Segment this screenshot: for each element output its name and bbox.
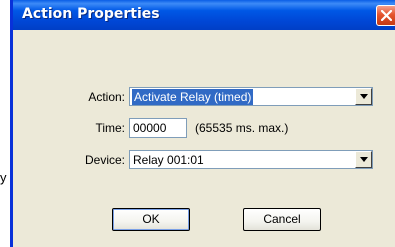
close-button[interactable] xyxy=(376,5,395,26)
window-title: Action Properties xyxy=(22,6,160,22)
device-label: Device: xyxy=(84,153,125,167)
device-dropdown-button[interactable] xyxy=(355,151,372,168)
background-text-fragment: y xyxy=(0,170,7,185)
ok-button[interactable]: OK xyxy=(112,208,190,231)
action-select-value: Activate Relay (timed) xyxy=(132,89,254,105)
chevron-down-icon xyxy=(360,157,368,162)
time-input[interactable] xyxy=(130,119,186,137)
action-select[interactable]: Activate Relay (timed) xyxy=(129,87,373,106)
time-max-hint: (65535 ms. max.) xyxy=(195,121,289,135)
time-label: Time: xyxy=(95,121,125,135)
time-field[interactable] xyxy=(129,118,187,138)
action-label: Action: xyxy=(88,90,125,104)
close-icon xyxy=(381,10,392,21)
chevron-down-icon xyxy=(360,94,368,99)
title-bar[interactable]: Action Properties xyxy=(13,0,395,30)
device-select[interactable]: Relay 001:01 xyxy=(129,150,373,169)
action-properties-dialog: Action Properties Action: Activate Relay… xyxy=(10,0,395,247)
device-select-value: Relay 001:01 xyxy=(133,153,204,167)
action-dropdown-button[interactable] xyxy=(355,88,372,105)
cancel-button[interactable]: Cancel xyxy=(243,208,321,231)
